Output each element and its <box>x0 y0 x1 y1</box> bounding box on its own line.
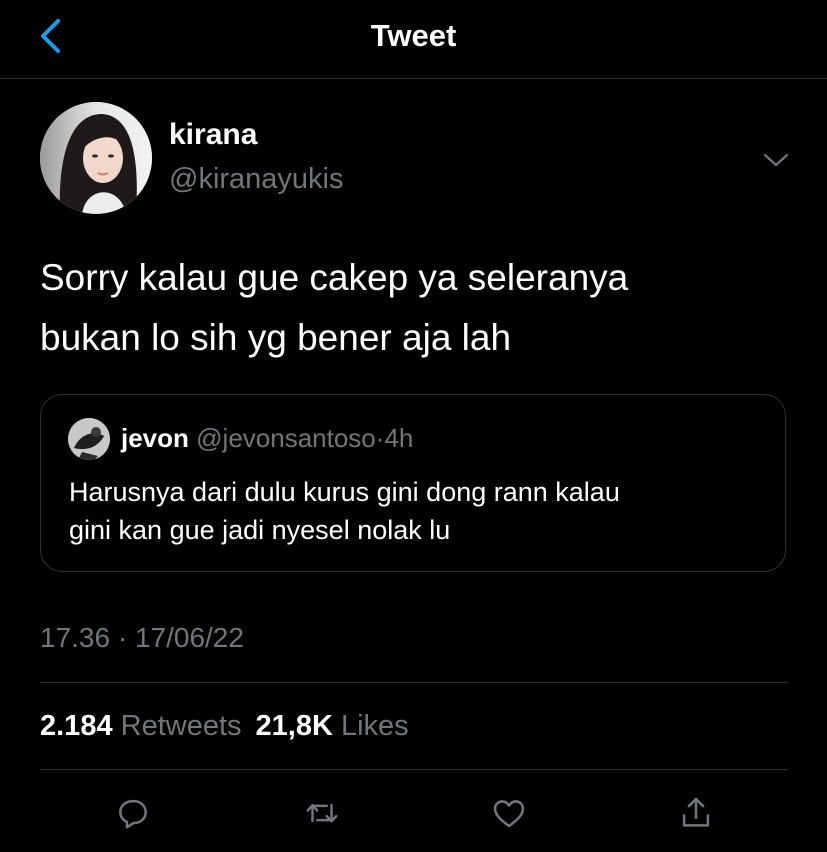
author-handle: @kiranayukis <box>169 163 344 195</box>
retweets-stat[interactable]: 2.184 Retweets <box>40 710 256 742</box>
quote-text: Harusnya dari dulu kurus gini dong rann … <box>69 477 620 545</box>
retweets-label: Retweets <box>120 710 242 742</box>
tweet-timestamp: 17.36 · 17/06/22 <box>40 622 244 653</box>
likes-stat[interactable]: 21,8K Likes <box>256 710 423 742</box>
quote-profile-photo <box>68 418 110 460</box>
reply-button[interactable] <box>106 786 160 840</box>
tweet-text: Sorry kalau gue cakep ya seleranya bukan… <box>40 257 629 358</box>
chevron-down-icon <box>763 153 789 167</box>
retweet-icon <box>306 803 338 823</box>
share-button[interactable] <box>669 786 723 840</box>
heart-icon <box>493 800 525 828</box>
more-options-button[interactable] <box>758 142 794 178</box>
page-title: Tweet <box>370 18 457 53</box>
top-bar: Tweet <box>0 0 827 79</box>
quote-author-name: jevon <box>121 423 189 453</box>
quote-time: 4h <box>384 423 414 453</box>
retweet-button[interactable] <box>295 786 349 840</box>
quote-avatar <box>68 418 110 460</box>
tweet-stats: 2.184 Retweets 21,8K Likes <box>40 706 423 746</box>
profile-photo <box>40 102 152 214</box>
likes-count: 21,8K <box>255 710 333 742</box>
avatar[interactable] <box>40 102 152 214</box>
action-bar <box>0 786 827 840</box>
quoted-tweet[interactable]: jevon @jevonsantoso·4h Harusnya dari dul… <box>40 394 786 572</box>
divider-top <box>40 682 788 683</box>
quote-author-handle: @jevonsantoso <box>196 423 376 453</box>
quote-header: jevon @jevonsantoso·4h <box>121 421 413 455</box>
retweets-count: 2.184 <box>40 710 113 742</box>
share-icon <box>682 797 710 827</box>
author-name[interactable]: kirana <box>169 116 257 154</box>
divider-bottom <box>40 769 788 770</box>
tweet-author: kirana @kiranayukis <box>40 102 800 214</box>
reply-icon <box>119 799 147 829</box>
likes-label: Likes <box>340 710 409 742</box>
like-button[interactable] <box>482 786 536 840</box>
